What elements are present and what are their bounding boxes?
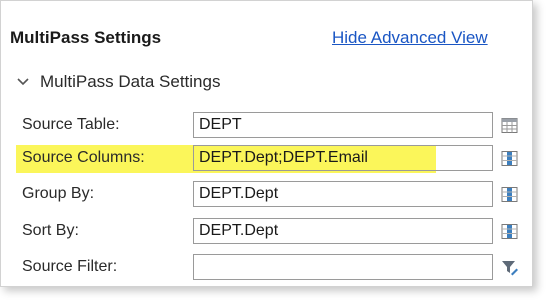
chevron-down-icon[interactable] [16,75,30,89]
source-filter-row: Source Filter: [16,254,530,282]
source-filter-field[interactable] [193,254,493,280]
section-header[interactable]: MultiPass Data Settings [16,72,220,92]
group-by-field[interactable]: DEPT.Dept [193,181,493,207]
group-by-row: Group By: DEPT.Dept [16,181,530,209]
sort-by-field[interactable]: DEPT.Dept [193,218,493,244]
source-table-label: Source Table: [22,116,120,133]
hide-advanced-view-link[interactable]: Hide Advanced View [332,28,488,48]
source-table-row: Source Table: DEPT [16,112,530,140]
source-table-field[interactable]: DEPT [193,112,493,138]
column-picker-icon[interactable] [501,186,518,203]
panel-title: MultiPass Settings [10,28,162,47]
sort-by-label: Sort By: [22,222,79,239]
column-picker-icon[interactable] [501,150,518,167]
sort-by-row: Sort By: DEPT.Dept [16,218,530,246]
source-filter-label: Source Filter: [22,258,118,275]
filter-edit-icon[interactable] [501,259,518,276]
source-columns-field[interactable]: DEPT.Dept;DEPT.Email [193,145,493,171]
column-picker-icon[interactable] [501,223,518,240]
source-columns-row: Source Columns: DEPT.Dept;DEPT.Email [16,145,530,173]
group-by-label: Group By: [22,185,95,202]
source-columns-label: Source Columns: [22,149,145,166]
table-grid-icon[interactable] [501,117,518,134]
section-label: MultiPass Data Settings [40,72,221,91]
